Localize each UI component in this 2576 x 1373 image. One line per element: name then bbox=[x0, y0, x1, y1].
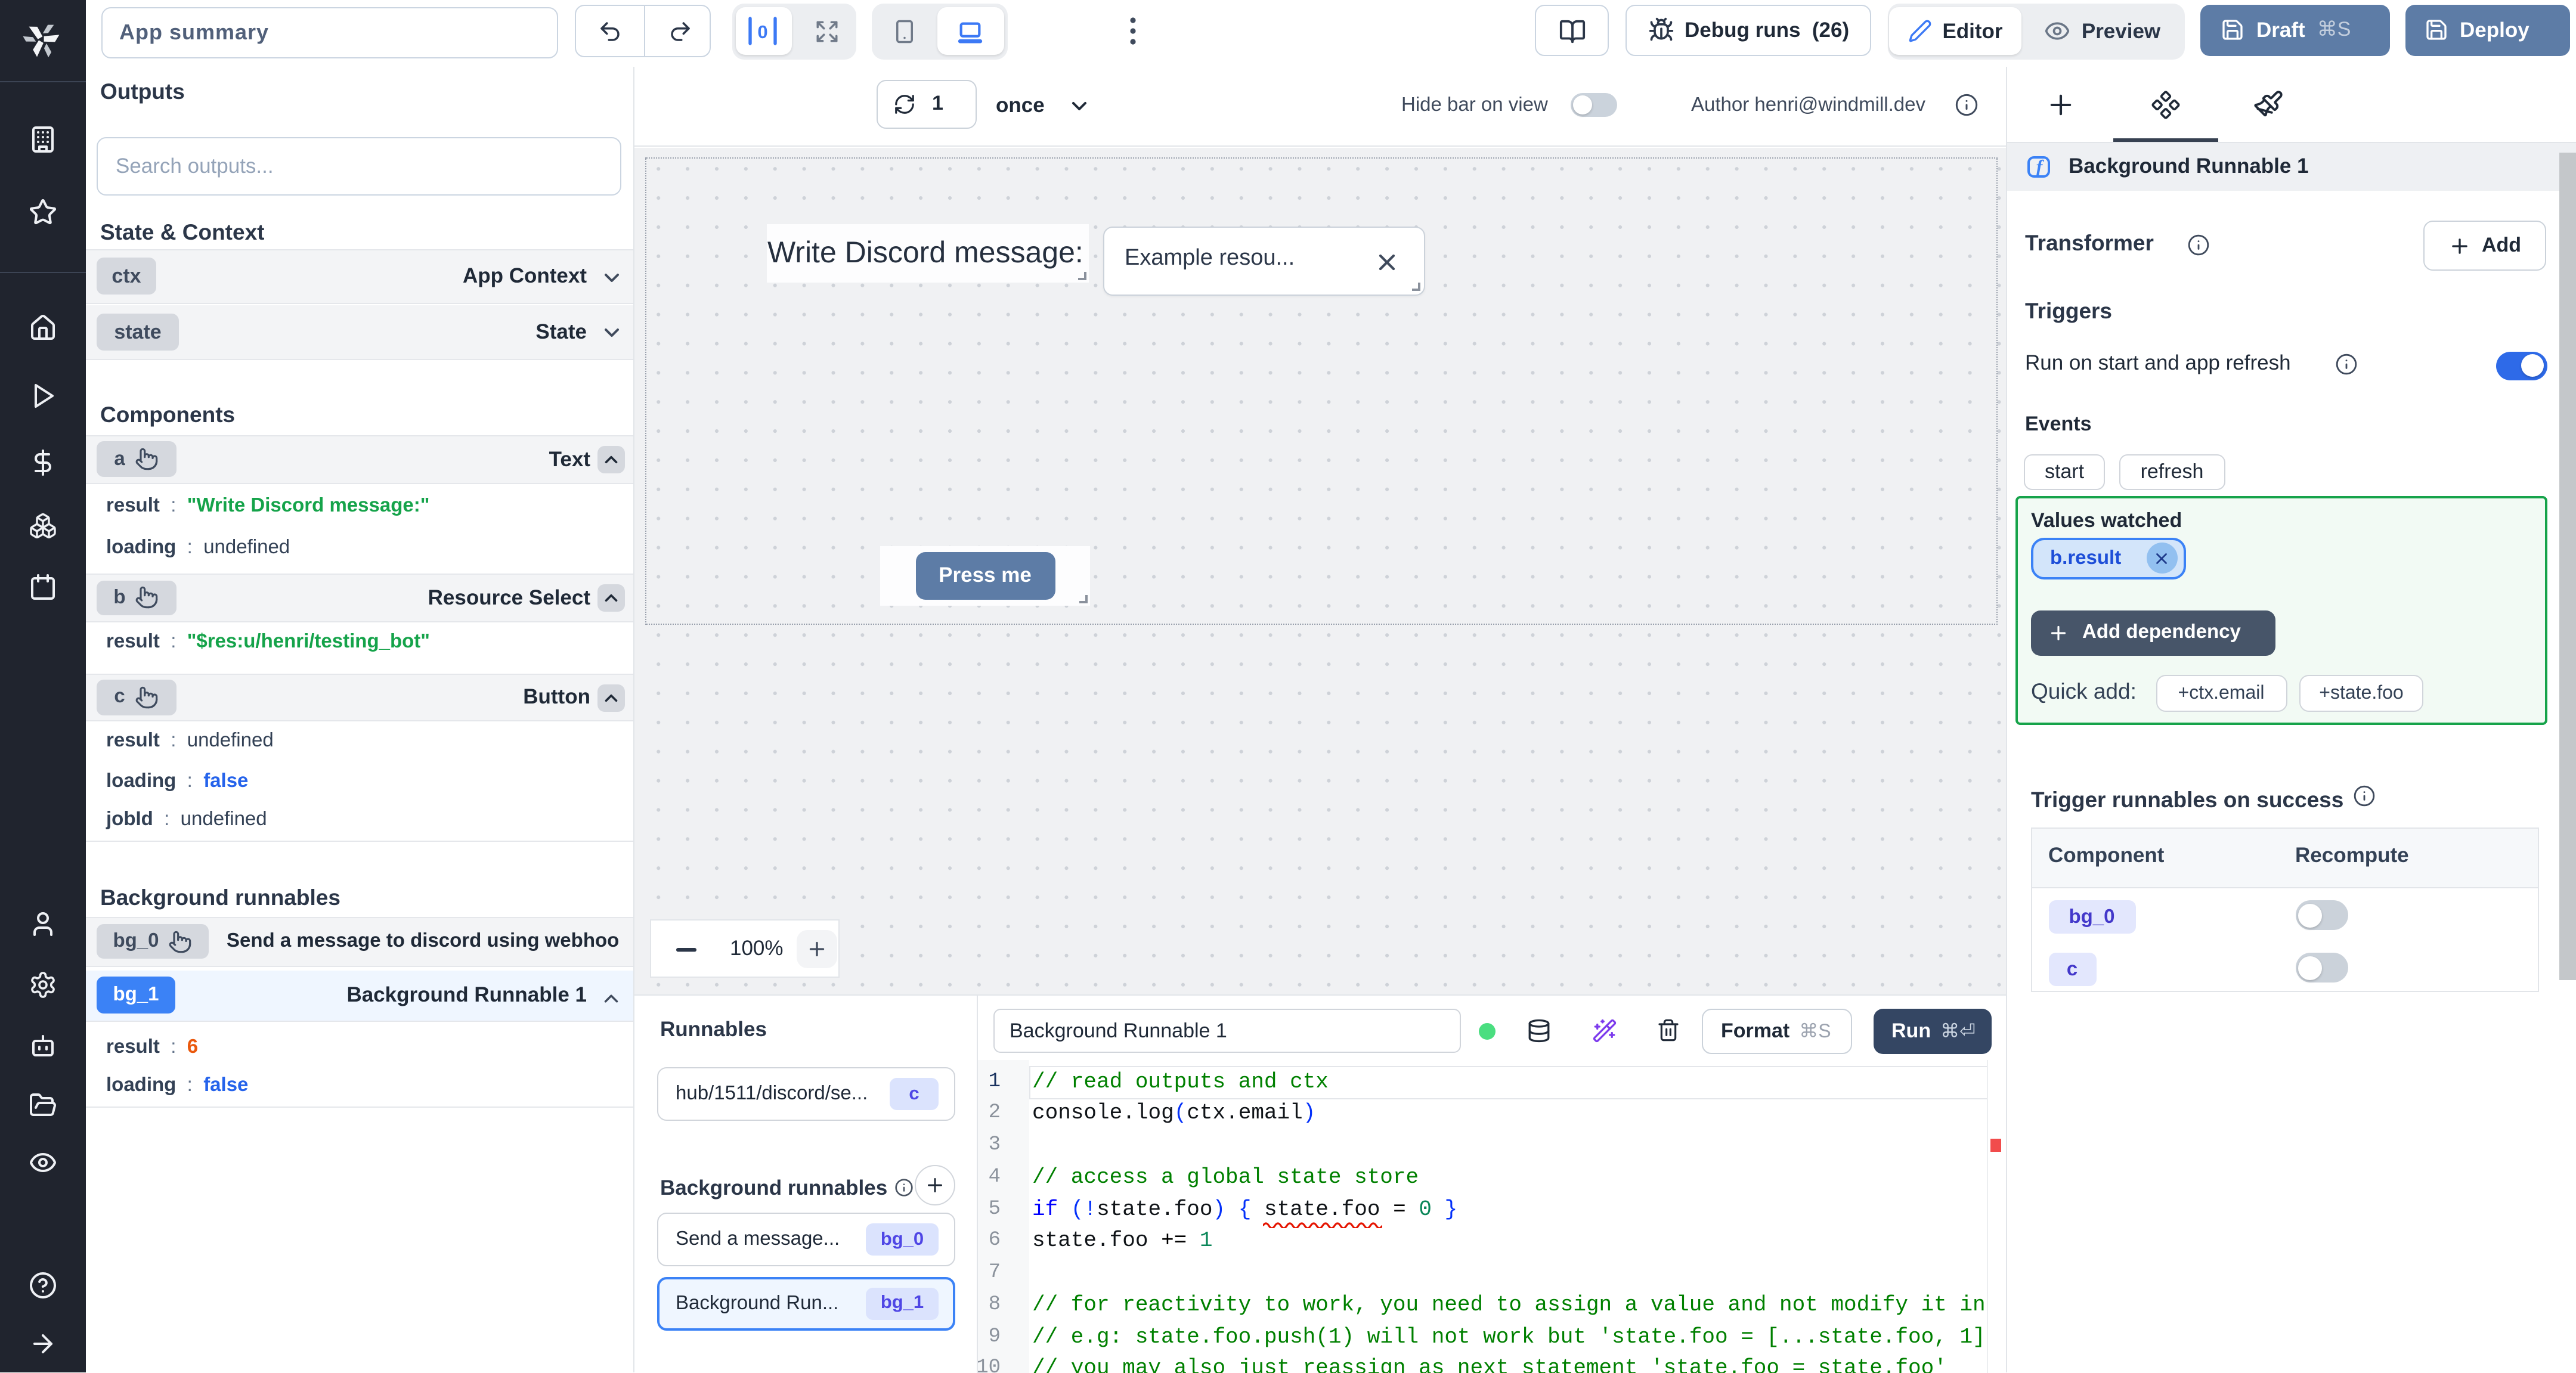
svg-text:0: 0 bbox=[757, 21, 767, 42]
svg-text:f: f bbox=[2036, 156, 2044, 177]
